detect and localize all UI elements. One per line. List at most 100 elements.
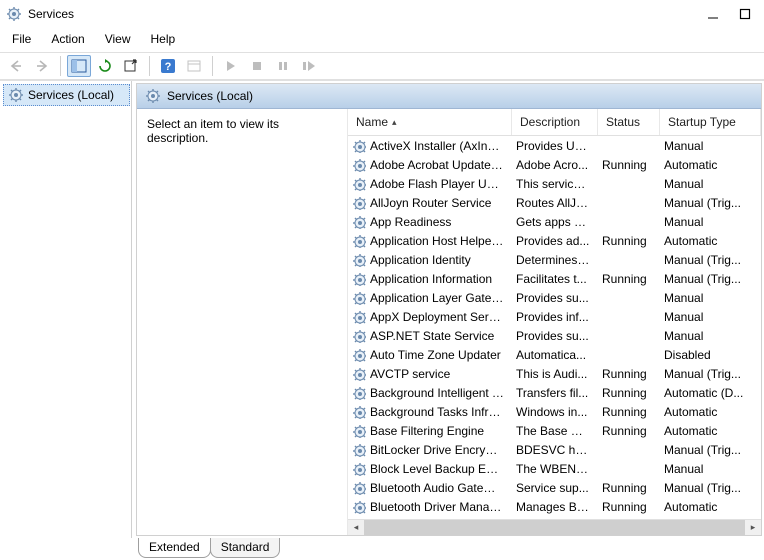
service-startup: Manual (Trig...	[660, 196, 761, 210]
service-description: The Base Fil...	[512, 424, 598, 438]
service-description: Gets apps re...	[512, 215, 598, 229]
column-header-name[interactable]: Name ▴	[348, 109, 512, 135]
properties-button[interactable]	[182, 55, 206, 77]
service-row[interactable]: Adobe Flash Player Update ...This servic…	[348, 174, 761, 193]
service-startup: Automatic	[660, 234, 761, 248]
service-row[interactable]: Block Level Backup Engine ...The WBENG..…	[348, 459, 761, 478]
list-rows[interactable]: ActiveX Installer (AxInstSV)Provides Us.…	[348, 136, 761, 519]
menu-bar: File Action View Help	[0, 28, 764, 52]
service-description: This is Audi...	[512, 367, 598, 381]
start-service-button[interactable]	[219, 55, 243, 77]
menu-action[interactable]: Action	[43, 30, 92, 48]
service-row[interactable]: Application InformationFacilitates t...R…	[348, 269, 761, 288]
svg-text:?: ?	[165, 61, 172, 73]
service-name: Application Host Helper Ser...	[370, 234, 504, 248]
service-row[interactable]: ActiveX Installer (AxInstSV)Provides Us.…	[348, 136, 761, 155]
service-startup: Manual (Trig...	[660, 272, 761, 286]
pane-header: Services (Local)	[137, 84, 761, 109]
service-description: Provides Us...	[512, 139, 598, 153]
service-name-cell: Background Intelligent Tran...	[348, 386, 512, 400]
gear-icon	[352, 158, 366, 172]
window-title: Services	[28, 7, 706, 21]
service-row[interactable]: Application IdentityDetermines ...Manual…	[348, 250, 761, 269]
scroll-left-icon[interactable]: ◂	[348, 520, 364, 536]
service-name-cell: Bluetooth Audio Gateway S...	[348, 481, 512, 495]
service-row[interactable]: AllJoyn Router ServiceRoutes AllJo...Man…	[348, 193, 761, 212]
service-startup: Manual	[660, 291, 761, 305]
help-button[interactable]: ?	[156, 55, 180, 77]
app-gear-icon	[6, 6, 22, 22]
tree-root-services-local[interactable]: Services (Local)	[3, 84, 130, 106]
service-row[interactable]: ASP.NET State ServiceProvides su... Manua…	[348, 326, 761, 345]
service-name-cell: App Readiness	[348, 215, 512, 229]
console-tree[interactable]: Services (Local)	[0, 81, 132, 538]
service-row[interactable]: Background Intelligent Tran...Transfers …	[348, 383, 761, 402]
service-name: AllJoyn Router Service	[370, 196, 491, 210]
service-row[interactable]: Base Filtering EngineThe Base Fil...Runn…	[348, 421, 761, 440]
maximize-button[interactable]	[738, 7, 752, 21]
service-name-cell: ASP.NET State Service	[348, 329, 512, 343]
service-row[interactable]: AVCTP serviceThis is Audi...RunningManua…	[348, 364, 761, 383]
column-label: Name	[356, 115, 388, 129]
tab-standard[interactable]: Standard	[210, 538, 281, 558]
gear-icon	[352, 348, 366, 362]
service-row[interactable]: AppX Deployment Service (...Provides inf…	[348, 307, 761, 326]
service-row[interactable]: Application Host Helper Ser...Provides a…	[348, 231, 761, 250]
menu-help[interactable]: Help	[143, 30, 184, 48]
service-name-cell: AllJoyn Router Service	[348, 196, 512, 210]
service-status: Running	[598, 424, 660, 438]
window-buttons	[706, 7, 758, 21]
gear-icon	[352, 291, 366, 305]
service-row[interactable]: BitLocker Drive Encryption ...BDESVC hos…	[348, 440, 761, 459]
tab-extended[interactable]: Extended	[138, 538, 211, 558]
service-description: Provides su...	[512, 329, 598, 343]
gear-icon	[8, 87, 24, 103]
service-status: Running	[598, 234, 660, 248]
horizontal-scrollbar[interactable]: ◂ ▸	[348, 519, 761, 535]
service-description: Service sup...	[512, 481, 598, 495]
menu-view[interactable]: View	[97, 30, 139, 48]
service-startup: Manual	[660, 462, 761, 476]
export-list-button[interactable]	[119, 55, 143, 77]
service-name: Application Layer Gateway ...	[370, 291, 504, 305]
service-startup: Automatic	[660, 158, 761, 172]
column-header-startup[interactable]: Startup Type	[660, 109, 761, 135]
forward-button[interactable]	[30, 55, 54, 77]
refresh-button[interactable]	[93, 55, 117, 77]
service-row[interactable]: Background Tasks Infrastru...Windows in.…	[348, 402, 761, 421]
service-startup: Manual (Trig...	[660, 367, 761, 381]
service-startup: Manual (Trig...	[660, 253, 761, 267]
service-row[interactable]: Application Layer Gateway ...Provides su…	[348, 288, 761, 307]
service-row[interactable]: Bluetooth Audio Gateway S...Service sup.…	[348, 478, 761, 497]
toolbar: ?	[0, 52, 764, 80]
service-row[interactable]: Bluetooth Driver Managem...Manages BT...…	[348, 497, 761, 516]
show-hide-tree-button[interactable]	[67, 55, 91, 77]
scroll-right-icon[interactable]: ▸	[745, 520, 761, 536]
service-description: Provides inf...	[512, 310, 598, 324]
service-startup: Manual	[660, 329, 761, 343]
pause-service-button[interactable]	[271, 55, 295, 77]
gear-icon	[352, 329, 366, 343]
service-name-cell: Application Identity	[348, 253, 512, 267]
restart-service-button[interactable]	[297, 55, 321, 77]
minimize-button[interactable]	[706, 7, 720, 21]
column-header-description[interactable]: Description	[512, 109, 598, 135]
scroll-thumb[interactable]	[364, 520, 745, 536]
gear-icon	[352, 139, 366, 153]
service-row[interactable]: Adobe Acrobat Update Serv...Adobe Acro..…	[348, 155, 761, 174]
gear-icon	[352, 253, 366, 267]
service-description: BDESVC hos...	[512, 443, 598, 457]
service-row[interactable]: App ReadinessGets apps re...Manual	[348, 212, 761, 231]
service-row[interactable]: Auto Time Zone UpdaterAutomatica...Disab…	[348, 345, 761, 364]
pane-body: Select an item to view its description. …	[137, 109, 761, 535]
service-name-cell: BitLocker Drive Encryption ...	[348, 443, 512, 457]
menu-file[interactable]: File	[4, 30, 39, 48]
gear-icon	[352, 196, 366, 210]
stop-service-button[interactable]	[245, 55, 269, 77]
gear-icon	[352, 443, 366, 457]
column-header-status[interactable]: Status	[598, 109, 660, 135]
back-button[interactable]	[4, 55, 28, 77]
service-name-cell: Block Level Backup Engine ...	[348, 462, 512, 476]
service-startup: Automatic (D...	[660, 386, 761, 400]
service-status: Running	[598, 405, 660, 419]
